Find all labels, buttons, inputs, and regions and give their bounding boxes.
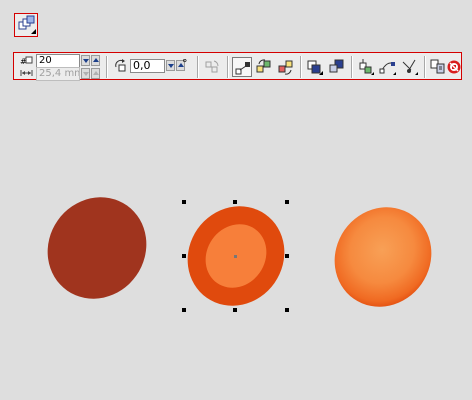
selection-handle-bottom-left[interactable] — [182, 308, 186, 312]
selection-handle-top-right[interactable] — [285, 200, 289, 204]
selection-handle-top-left[interactable] — [182, 200, 186, 204]
dark-ellipse-object[interactable] — [28, 178, 166, 318]
blended-ellipse-object[interactable] — [315, 188, 451, 325]
selection-handle-right[interactable] — [285, 254, 289, 258]
selection-handle-left[interactable] — [182, 254, 186, 258]
selection-handle-top[interactable] — [233, 200, 237, 204]
selection-handle-bottom[interactable] — [233, 308, 237, 312]
selection-handle-bottom-right[interactable] — [285, 308, 289, 312]
drawing-workspace: { "toolbar": { "steps": { "value": "20",… — [0, 0, 472, 400]
selection-center-marker[interactable] — [234, 255, 237, 258]
